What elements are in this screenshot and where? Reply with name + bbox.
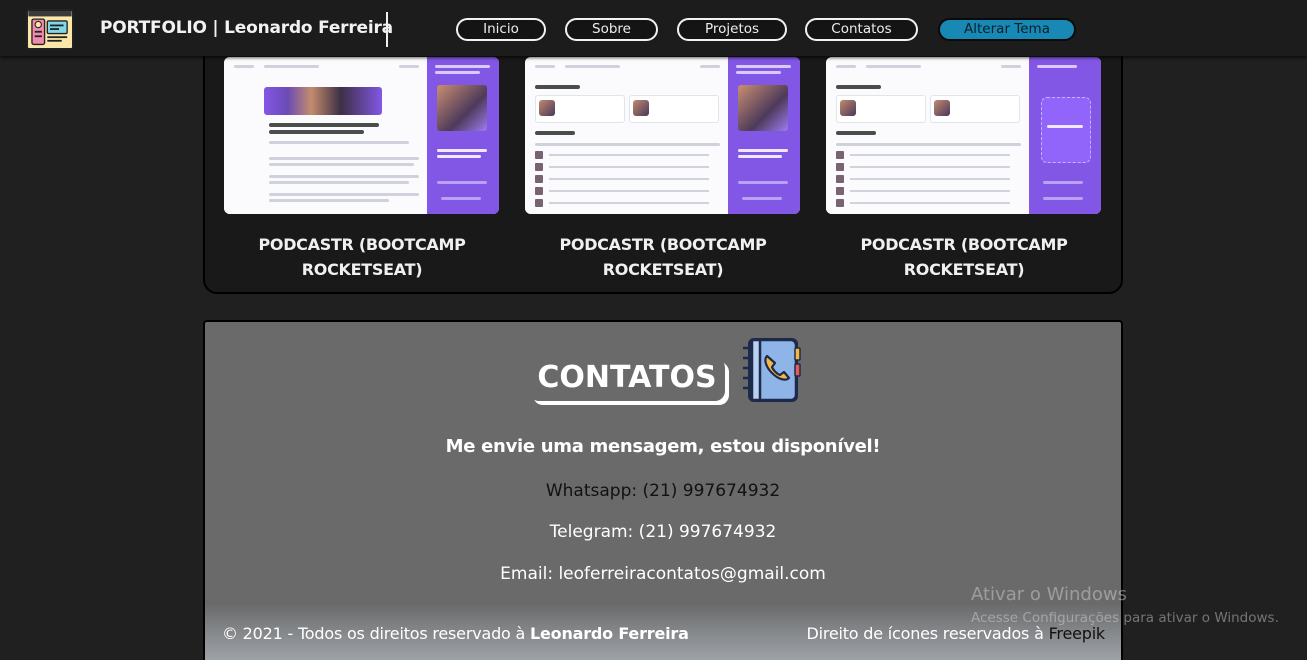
footer: © 2021 - Todos os direitos reservado à L… <box>205 604 1121 660</box>
copyright-prefix: © 2021 - Todos os direitos reservado à <box>222 624 530 643</box>
brand-title[interactable]: PORTFOLIO | Leonardo Ferreira <box>100 18 393 38</box>
toggle-theme-button[interactable]: Alterar Tema <box>938 18 1076 41</box>
nav-projetos-button[interactable]: Projetos <box>677 18 787 41</box>
email-contact[interactable]: Email: leoferreiracontatos@gmail.com <box>205 564 1121 584</box>
project-title[interactable]: PODCASTR (BOOTCAMP ROCKETSEAT) <box>525 232 801 282</box>
phone-book-icon <box>740 336 802 406</box>
icons-credit-prefix: Direito de ícones reservados à <box>806 624 1049 643</box>
project-title[interactable]: PODCASTR (BOOTCAMP ROCKETSEAT) <box>224 232 500 282</box>
contact-heading: CONTATOS <box>529 358 725 401</box>
nav-divider <box>386 12 388 47</box>
project-screenshot[interactable] <box>525 57 800 214</box>
nav-sobre-button[interactable]: Sobre <box>565 18 658 41</box>
copyright-text: © 2021 - Todos os direitos reservado à L… <box>222 624 689 643</box>
freepik-link[interactable]: Freepik <box>1049 624 1106 643</box>
contact-message: Me envie uma mensagem, estou disponível! <box>445 436 881 457</box>
icons-credit: Direito de ícones reservados à Freepik <box>806 624 1105 643</box>
project-screenshot[interactable] <box>224 57 499 214</box>
copyright-name: Leonardo Ferreira <box>530 624 689 643</box>
contact-section: CONTATOS Me envie uma mensagem, estou di… <box>203 320 1123 660</box>
navbar: PORTFOLIO | Leonardo Ferreira Inicio Sob… <box>0 0 1307 56</box>
projects-section: PODCASTR (BOOTCAMP ROCKETSEAT) PODCASTR … <box>203 20 1123 294</box>
nav-contatos-button[interactable]: Contatos <box>805 18 918 41</box>
whatsapp-contact[interactable]: Whatsapp: (21) 997674932 <box>205 481 1121 501</box>
portfolio-document-icon[interactable] <box>26 9 74 50</box>
project-card[interactable]: PODCASTR (BOOTCAMP ROCKETSEAT) <box>826 57 1102 282</box>
project-card[interactable]: PODCASTR (BOOTCAMP ROCKETSEAT) <box>224 57 500 282</box>
telegram-contact[interactable]: Telegram: (21) 997674932 <box>205 522 1121 542</box>
project-screenshot[interactable] <box>826 57 1101 214</box>
project-card[interactable]: PODCASTR (BOOTCAMP ROCKETSEAT) <box>525 57 801 282</box>
nav-inicio-button[interactable]: Inicio <box>456 18 546 41</box>
project-title[interactable]: PODCASTR (BOOTCAMP ROCKETSEAT) <box>826 232 1102 282</box>
